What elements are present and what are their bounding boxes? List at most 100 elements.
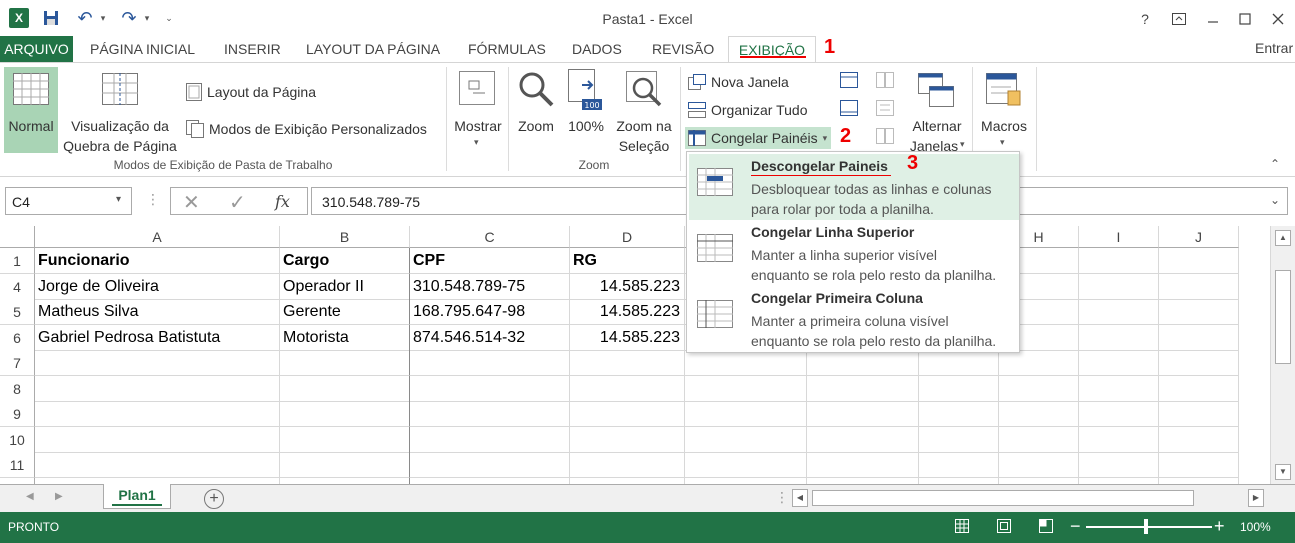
scroll-left-icon[interactable]: ◀ bbox=[792, 489, 808, 507]
cell[interactable]: Operador II bbox=[280, 273, 410, 300]
zoom-slider-thumb[interactable] bbox=[1144, 519, 1148, 534]
minimize-button[interactable] bbox=[1201, 8, 1225, 30]
page-break-status-icon[interactable] bbox=[1039, 519, 1053, 533]
cell[interactable] bbox=[570, 375, 685, 402]
cell[interactable] bbox=[685, 452, 807, 478]
cell[interactable]: 14.585.223 bbox=[570, 324, 685, 351]
cell[interactable] bbox=[1159, 299, 1239, 325]
tab-dados[interactable]: DADOS bbox=[563, 36, 631, 62]
zoom-out-icon[interactable]: − bbox=[1070, 516, 1081, 537]
cell[interactable]: 14.585.223 bbox=[570, 273, 685, 300]
hide-icon[interactable] bbox=[840, 100, 858, 116]
cell[interactable]: Motorista bbox=[280, 324, 410, 351]
cell[interactable]: Matheus Silva bbox=[35, 299, 280, 325]
tabs-splitter-icon[interactable]: ⋮ bbox=[775, 489, 789, 506]
next-sheet-icon[interactable]: ▶ bbox=[55, 491, 63, 502]
vertical-scrollbar[interactable]: ▲ ▼ bbox=[1270, 226, 1295, 484]
cell[interactable]: Funcionario bbox=[35, 248, 280, 274]
cell[interactable]: Jorge de Oliveira bbox=[35, 273, 280, 300]
cell[interactable] bbox=[410, 452, 570, 478]
cell[interactable] bbox=[1159, 248, 1239, 274]
menu-item-freeze-first-column[interactable]: Congelar Primeira Coluna Manter a primei… bbox=[689, 286, 1019, 352]
cell[interactable] bbox=[919, 452, 999, 478]
normal-view-status-icon[interactable] bbox=[955, 519, 969, 533]
row-header[interactable]: 1 bbox=[0, 248, 35, 274]
cell[interactable] bbox=[35, 426, 280, 453]
macros-button[interactable]: Macros ▾ bbox=[976, 67, 1032, 153]
cell[interactable] bbox=[35, 375, 280, 402]
cell[interactable] bbox=[410, 375, 570, 402]
cell[interactable] bbox=[570, 426, 685, 453]
cell[interactable] bbox=[1159, 273, 1239, 300]
cell[interactable] bbox=[807, 426, 919, 453]
freeze-panes-button[interactable]: Congelar Painéis ▾ bbox=[685, 127, 832, 149]
column-header-j[interactable]: J bbox=[1159, 226, 1239, 248]
cell[interactable] bbox=[1159, 401, 1239, 427]
sheet-tab-plan1[interactable]: Plan1 bbox=[103, 484, 171, 509]
scroll-thumb[interactable] bbox=[1275, 270, 1291, 364]
scroll-down-icon[interactable]: ▼ bbox=[1275, 464, 1291, 480]
column-header-c[interactable]: C bbox=[410, 226, 570, 248]
cell[interactable] bbox=[35, 452, 280, 478]
ribbon-options-icon[interactable] bbox=[1167, 8, 1191, 30]
cell[interactable] bbox=[570, 350, 685, 376]
row-header[interactable]: 5 bbox=[0, 299, 35, 325]
enter-icon[interactable]: ✓ bbox=[229, 190, 246, 215]
cell[interactable] bbox=[999, 452, 1079, 478]
cell[interactable] bbox=[1079, 299, 1159, 325]
zoom-selection-button[interactable]: Zoom na Seleção bbox=[610, 67, 678, 154]
cell[interactable]: CPF bbox=[410, 248, 570, 274]
tab-revisao[interactable]: REVISÃO bbox=[643, 36, 723, 62]
row-header[interactable]: 8 bbox=[0, 375, 35, 402]
column-header-b[interactable]: B bbox=[280, 226, 410, 248]
horizontal-scroll-thumb[interactable] bbox=[812, 490, 1194, 506]
cell[interactable] bbox=[570, 452, 685, 478]
cell[interactable] bbox=[1079, 273, 1159, 300]
switch-windows-button[interactable]: Alternar Janelas ▾ bbox=[904, 67, 970, 154]
zoom-in-icon[interactable]: + bbox=[1214, 516, 1225, 537]
row-header[interactable]: 11 bbox=[0, 452, 35, 478]
cell[interactable]: Gerente bbox=[280, 299, 410, 325]
cell[interactable] bbox=[280, 350, 410, 376]
name-box-dropdown-icon[interactable]: ▾ bbox=[116, 194, 121, 205]
cell[interactable] bbox=[280, 401, 410, 427]
cell[interactable] bbox=[1079, 426, 1159, 453]
tab-exibicao[interactable]: EXIBIÇÃO bbox=[728, 36, 816, 63]
scroll-up-icon[interactable]: ▲ bbox=[1275, 230, 1291, 246]
help-button[interactable]: ? bbox=[1133, 8, 1157, 30]
cell[interactable] bbox=[1079, 375, 1159, 402]
close-button[interactable] bbox=[1266, 8, 1290, 30]
cell[interactable] bbox=[410, 350, 570, 376]
new-window-button[interactable]: Nova Janela bbox=[688, 72, 789, 92]
cell[interactable] bbox=[35, 350, 280, 376]
cell[interactable] bbox=[1159, 375, 1239, 402]
column-header-d[interactable]: D bbox=[570, 226, 685, 248]
cell[interactable]: Gabriel Pedrosa Batistuta bbox=[35, 324, 280, 351]
horizontal-scrollbar[interactable]: ◀ ▶ bbox=[792, 489, 1268, 508]
zoom-button[interactable]: Zoom bbox=[512, 67, 560, 153]
tab-pagina-inicial[interactable]: PÁGINA INICIAL bbox=[81, 36, 204, 62]
cell[interactable]: 874.546.514-32 bbox=[410, 324, 570, 351]
name-box[interactable]: C4 ▾ bbox=[5, 187, 132, 215]
cell[interactable] bbox=[919, 401, 999, 427]
row-header[interactable]: 7 bbox=[0, 350, 35, 376]
zoom-slider-track[interactable] bbox=[1086, 526, 1212, 528]
cell[interactable] bbox=[1159, 452, 1239, 478]
add-sheet-icon[interactable]: + bbox=[204, 489, 224, 509]
cell[interactable] bbox=[807, 452, 919, 478]
tab-inserir[interactable]: INSERIR bbox=[215, 36, 290, 62]
cell[interactable] bbox=[35, 401, 280, 427]
page-break-preview-button[interactable]: Visualização da Quebra de Página bbox=[60, 67, 180, 154]
maximize-button[interactable] bbox=[1233, 8, 1257, 30]
scroll-right-icon[interactable]: ▶ bbox=[1248, 489, 1264, 507]
cell[interactable] bbox=[570, 401, 685, 427]
cell[interactable] bbox=[999, 426, 1079, 453]
row-header[interactable]: 10 bbox=[0, 426, 35, 453]
prev-sheet-icon[interactable]: ◀ bbox=[26, 491, 34, 502]
page-layout-button[interactable]: Layout da Página bbox=[186, 82, 316, 102]
cell[interactable] bbox=[410, 401, 570, 427]
cell[interactable] bbox=[1159, 350, 1239, 376]
cell[interactable] bbox=[1079, 350, 1159, 376]
cell[interactable] bbox=[685, 401, 807, 427]
collapse-ribbon-icon[interactable]: ⌃ bbox=[1270, 157, 1280, 171]
